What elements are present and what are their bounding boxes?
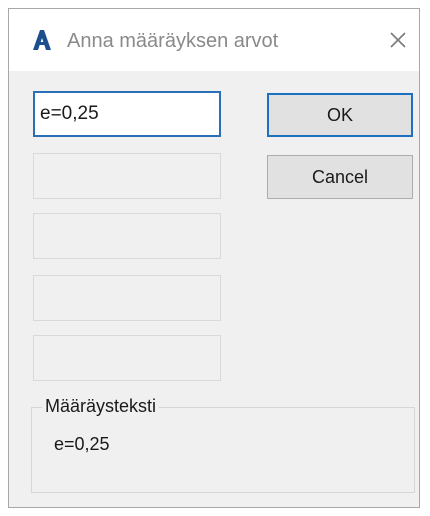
ok-button[interactable]: OK: [267, 93, 413, 137]
window-title: Anna määräyksen arvot: [67, 30, 279, 52]
cancel-button[interactable]: Cancel: [267, 155, 413, 199]
group-text: e=0,25: [54, 434, 110, 454]
value-field-1[interactable]: e=0,25: [33, 91, 221, 137]
value-field-3[interactable]: [33, 213, 221, 259]
title-bar: Anna määräyksen arvot: [9, 9, 419, 71]
app-icon: [31, 29, 53, 51]
value-field-5[interactable]: [33, 335, 221, 381]
maaraysteksti-group: Määräysteksti e=0,25: [31, 396, 415, 493]
value-field-4[interactable]: [33, 275, 221, 321]
dialog-window: Anna määräyksen arvot e=0,25 OK Cancel M…: [8, 8, 420, 508]
close-icon[interactable]: [385, 27, 411, 53]
value-field-2[interactable]: [33, 153, 221, 199]
group-label: Määräysteksti: [42, 396, 160, 417]
